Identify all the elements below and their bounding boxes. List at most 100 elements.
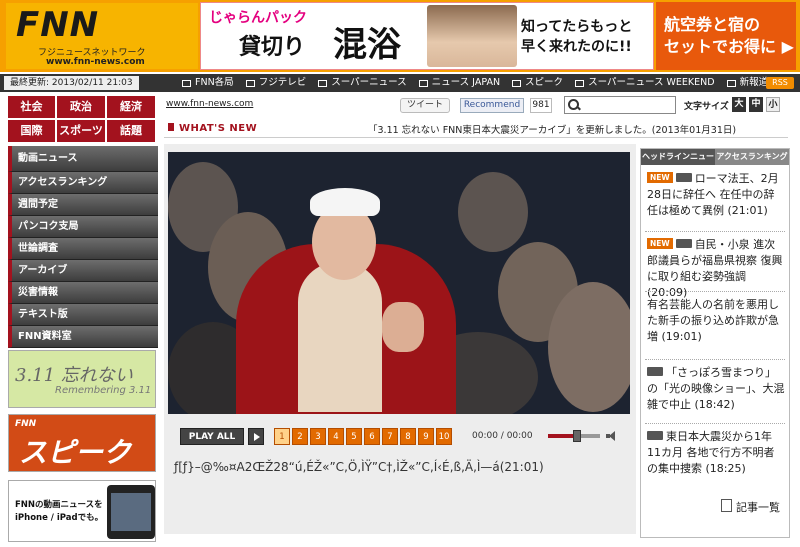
travel-ad-text: 航空券と宿の セットでお得に ▶ (664, 14, 794, 58)
clip-page-button[interactable]: 9 (418, 428, 434, 445)
play-all-label: PLAY ALL (188, 432, 236, 442)
font-size-medium-button[interactable]: 中 (749, 97, 763, 112)
travel-ad-banner[interactable]: 航空券と宿の セットでお得に ▶ (656, 2, 796, 70)
tv-icon (182, 79, 191, 87)
sidebar-item-disaster-info[interactable]: 災害情報 (8, 282, 158, 304)
banner-iphone-text: FNNの動画ニュースを iPhone / iPadでも。 (15, 499, 103, 525)
headline-item[interactable]: 「さっぽろ雪まつり」の「光の映像ショー」、大混雑で中止 (18:42) (647, 365, 785, 413)
ad-headline: 貸切り (239, 35, 306, 60)
sidebar-item-weekly-schedule[interactable]: 週間予定 (8, 194, 158, 216)
tab-access-ranking[interactable]: アクセスランキング (715, 149, 789, 165)
banner-speak-logo: FNN (15, 419, 37, 429)
category-politics[interactable]: 政治 (57, 96, 105, 118)
clip-page-button[interactable]: 1 (274, 428, 290, 445)
category-grid: 社会 政治 経済 国際 スポーツ 話題 (8, 96, 158, 142)
rss-button[interactable]: RSS (766, 77, 794, 89)
category-society[interactable]: 社会 (8, 96, 55, 118)
timecode: 00:00 / 00:00 (472, 431, 533, 441)
global-nav: 最終更新: 2013/02/11 21:03 FNN各局 フジテレビ スーパーニ… (0, 74, 800, 92)
left-sidebar: 社会 政治 経済 国際 スポーツ 話題 動画ニュース アクセスランキング 週間予… (8, 96, 158, 542)
site-header: FNN フジニュースネットワーク www.fnn-news.com じゃらんパッ… (0, 0, 800, 72)
ad-copy-line2: 早く来れたのに!! (521, 39, 632, 55)
banner-speak-title: スピーク (19, 436, 132, 469)
nav-link-super-news-weekend[interactable]: スーパーニュース WEEKEND (569, 74, 721, 92)
whats-new-label: WHAT'S NEW (168, 123, 257, 134)
video-frame[interactable] (168, 152, 630, 414)
headline-divider (645, 291, 785, 292)
font-size-small-button[interactable]: 小 (766, 97, 780, 112)
last-updated: 最終更新: 2013/02/11 21:03 (4, 76, 139, 90)
ad-photo (427, 5, 517, 67)
tv-icon (245, 79, 255, 87)
sidebar-item-access-ranking[interactable]: アクセスランキング (8, 172, 158, 194)
facebook-recommend-button[interactable]: Recommend (460, 98, 524, 113)
sidebar-item-bangkok-bureau[interactable]: パンコク支局 (8, 216, 158, 238)
headline-item[interactable]: 有名芸能人の名前を悪用した新手の振り込め詐欺が急増 (19:01) (647, 297, 785, 345)
speaker-icon[interactable] (606, 431, 618, 441)
headline-item[interactable]: 東日本大震災から1年11カ月 各地で行方不明者の集中捜索 (18:25) (647, 429, 785, 477)
clip-pages: 1 2 3 4 5 6 7 8 9 10 (274, 428, 452, 445)
nav-link-label: FNN各局 (195, 77, 234, 88)
jalan-ad-banner[interactable]: じゃらんパック 貸切り 混浴 知ってたらもっと 早く来れたのに!! (200, 2, 654, 70)
banner-iphone-app[interactable]: FNNの動画ニュースを iPhone / iPadでも。 (8, 480, 156, 542)
clip-page-button[interactable]: 7 (382, 428, 398, 445)
clip-page-button[interactable]: 8 (400, 428, 416, 445)
tweet-button[interactable]: ツイート (400, 98, 450, 113)
tv-icon (726, 79, 736, 87)
article-list-link[interactable]: 記事一覧 (721, 499, 780, 515)
font-size-label: 文字サイズ (684, 102, 729, 112)
crowd-figure (458, 172, 528, 252)
volume-knob[interactable] (572, 430, 581, 442)
nav-link-fujitv[interactable]: フジテレビ (240, 74, 313, 92)
sidebar-item-fnn-reference[interactable]: FNN資料室 (8, 326, 158, 348)
sidebar-item-video-news[interactable]: 動画ニュース (8, 146, 158, 172)
banner-iphone-line1: FNNの動画ニュースを (15, 500, 103, 510)
banner-speak[interactable]: FNN スピーク (8, 414, 156, 472)
play-icon[interactable] (248, 428, 264, 445)
crowd-figure (548, 282, 630, 412)
sidebar-menu: 動画ニュース アクセスランキング 週間予定 パンコク支局 世論調査 アーカイブ … (8, 146, 158, 348)
nav-link-fnn-stations[interactable]: FNN各局 (176, 74, 240, 92)
clip-page-button[interactable]: 5 (346, 428, 362, 445)
ad-copy-line1: 知ってたらもっと (521, 19, 633, 35)
nav-link-label: スピーク (525, 77, 564, 88)
clip-page-button[interactable]: 3 (310, 428, 326, 445)
clip-page-button[interactable]: 4 (328, 428, 344, 445)
ad-keyword: 混浴 (333, 25, 401, 65)
nav-link-super-news[interactable]: スーパーニュース (312, 74, 412, 92)
category-topics[interactable]: 話題 (107, 120, 155, 142)
font-size-large-button[interactable]: 大 (732, 97, 746, 112)
fnn-logo[interactable]: FNN フジニュースネットワーク www.fnn-news.com (6, 3, 198, 69)
whats-new-link[interactable]: 「3.11 忘れない FNN東日本大震災アーカイブ」を更新しました。(2013年… (368, 122, 736, 136)
volume-slider[interactable] (548, 430, 600, 442)
clip-page-button[interactable]: 2 (292, 428, 308, 445)
play-all-button[interactable]: PLAY ALL (180, 428, 244, 445)
category-sports[interactable]: スポーツ (57, 120, 105, 142)
banner-311-title: 3.11 忘れない (15, 365, 133, 386)
headline-divider (645, 423, 785, 424)
nav-link-speak[interactable]: スピーク (506, 74, 569, 92)
headline-text: 有名芸能人の名前を悪用した新手の振り込め詐欺が急増 (19:01) (647, 298, 779, 343)
recommend-count: 981 (530, 98, 552, 113)
headline-text: 「さっぽろ雪まつり」の「光の映像ショー」、大混雑で中止 (18:42) (647, 366, 785, 411)
sidebar-item-text-version[interactable]: テキスト版 (8, 304, 158, 326)
search-icon[interactable] (567, 99, 581, 111)
video-camera-icon (675, 239, 692, 248)
headline-item[interactable]: NEW ローマ法王、2月28日に辞任へ 在任中の辞任は極めて異例 (21:01) (647, 171, 785, 219)
sidebar-item-opinion-poll[interactable]: 世論調査 (8, 238, 158, 260)
clip-page-button[interactable]: 10 (436, 428, 452, 445)
nav-links: FNN各局 フジテレビ スーパーニュース ニュース JAPAN スピーク スーパ… (176, 74, 798, 92)
site-url-link[interactable]: www.fnn-news.com (166, 99, 253, 109)
nav-link-news-japan[interactable]: ニュース JAPAN (413, 74, 506, 92)
sidebar-item-archive[interactable]: アーカイブ (8, 260, 158, 282)
clip-page-button[interactable]: 6 (364, 428, 380, 445)
figure-stole (298, 262, 382, 412)
headline-divider (645, 231, 785, 232)
tablet-icon (107, 485, 155, 539)
logo-url: www.fnn-news.com (46, 57, 145, 67)
banner-311-archive[interactable]: 3.11 忘れない Remembering 3.11 (8, 350, 156, 408)
category-international[interactable]: 国際 (8, 120, 55, 142)
tab-headline-news[interactable]: ヘッドラインニュース (641, 149, 715, 177)
search-input[interactable] (583, 98, 673, 112)
category-economy[interactable]: 経済 (107, 96, 155, 118)
